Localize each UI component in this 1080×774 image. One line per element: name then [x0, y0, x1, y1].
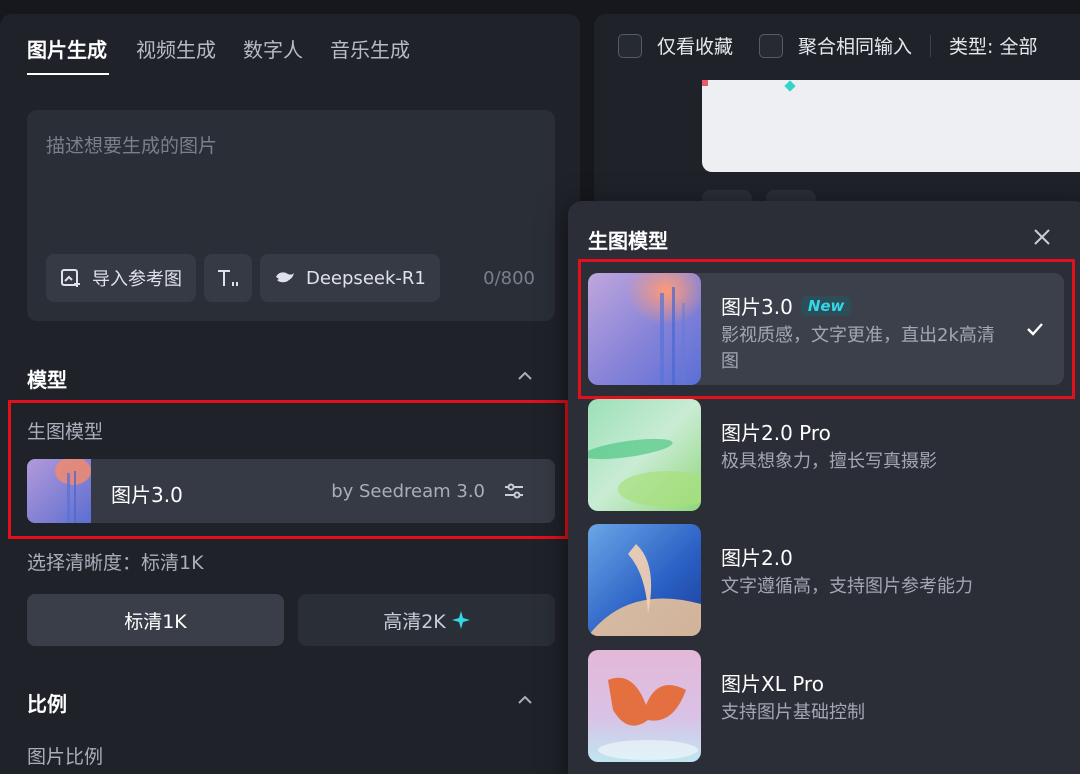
model-option-name: 图片2.0 [721, 546, 793, 570]
image-add-icon [61, 269, 80, 287]
image-ratio-label: 图片比例 [27, 746, 104, 768]
filter-bar: 仅看收藏 聚合相同输入 类型: 全部 [618, 32, 1037, 59]
model-option-thumbnail [588, 524, 701, 636]
model-option-name-row: 图片2.0 Pro [721, 417, 831, 446]
model-option-image-2-0[interactable]: 图片2.0 文字遵循高，支持图片参考能力 [588, 524, 1064, 636]
text-format-icon [218, 270, 238, 286]
chevron-up-icon[interactable] [516, 367, 534, 385]
model-option-thumbnail [588, 650, 701, 762]
close-icon[interactable] [1032, 227, 1052, 247]
deepseek-label: Deepseek-R1 [306, 267, 426, 289]
resolution-label: 选择清晰度：标清1K [27, 552, 204, 574]
tab-music-generation[interactable]: 音乐生成 [330, 34, 410, 74]
sparkle-icon [451, 611, 470, 629]
model-section-title: 模型 [27, 368, 67, 392]
favorites-label: 仅看收藏 [657, 36, 734, 58]
resolution-1k-button[interactable]: 标清1K [27, 594, 284, 646]
model-option-image-2-0-pro[interactable]: 图片2.0 Pro 极具想象力，擅长写真摄影 [588, 399, 1064, 511]
result-preview-image[interactable] [702, 80, 1080, 172]
model-option-desc: 极具想象力，擅长写真摄影 [721, 451, 937, 472]
model-option-image-xl-pro[interactable]: 图片XL Pro 支持图片基础控制 [588, 650, 1064, 762]
whale-icon [276, 272, 294, 283]
char-counter: 0/800 [483, 268, 535, 289]
model-option-name: 图片2.0 Pro [721, 421, 831, 445]
mode-tabs: 图片生成 视频生成 数字人 音乐生成 [27, 34, 410, 74]
model-option-name-row: 图片2.0 [721, 542, 793, 571]
model-option-name: 图片XL Pro [721, 672, 824, 696]
merge-inputs-checkbox[interactable] [759, 33, 784, 58]
import-reference-button[interactable]: 导入参考图 [46, 254, 196, 302]
tab-image-generation[interactable]: 图片生成 [27, 34, 109, 74]
type-filter-dropdown[interactable]: 类型: 全部 [949, 32, 1037, 59]
model-option-desc: 支持图片基础控制 [721, 702, 865, 723]
resolution-1k-label: 标清1K [124, 610, 187, 633]
deepseek-button[interactable]: Deepseek-R1 [260, 254, 440, 302]
merge-inputs-label: 聚合相同输入 [798, 36, 913, 58]
import-reference-label: 导入参考图 [92, 269, 182, 290]
popup-title: 生图模型 [588, 229, 668, 253]
model-option-thumbnail [588, 399, 701, 511]
chevron-up-icon[interactable] [516, 691, 534, 709]
prompt-toolbar: 导入参考图 Deepseek-R1 [46, 254, 440, 302]
model-option-desc: 文字遵循高，支持图片参考能力 [721, 576, 973, 597]
generation-panel: 图片生成 视频生成 数字人 音乐生成 描述想要生成的图片 导入参考图 Deeps… [0, 14, 580, 774]
tab-digital-human[interactable]: 数字人 [243, 34, 303, 74]
resolution-2k-label: 高清2K [383, 610, 446, 633]
text-style-button[interactable] [204, 254, 252, 302]
prompt-placeholder[interactable]: 描述想要生成的图片 [46, 131, 217, 158]
favorites-checkbox[interactable] [618, 33, 642, 58]
model-option-name-row: 图片XL Pro [721, 668, 824, 697]
highlight-box-model [8, 400, 568, 539]
app-root: 图片生成 视频生成 数字人 音乐生成 描述想要生成的图片 导入参考图 Deeps… [0, 0, 1080, 774]
filter-divider [930, 34, 932, 57]
tab-video-generation[interactable]: 视频生成 [136, 34, 216, 74]
ratio-section-title: 比例 [27, 692, 67, 716]
prompt-input-area[interactable]: 描述想要生成的图片 导入参考图 Deepseek-R1 0/800 [27, 110, 555, 321]
highlight-box-selected-option [578, 259, 1075, 399]
resolution-2k-button[interactable]: 高清2K [298, 594, 555, 646]
